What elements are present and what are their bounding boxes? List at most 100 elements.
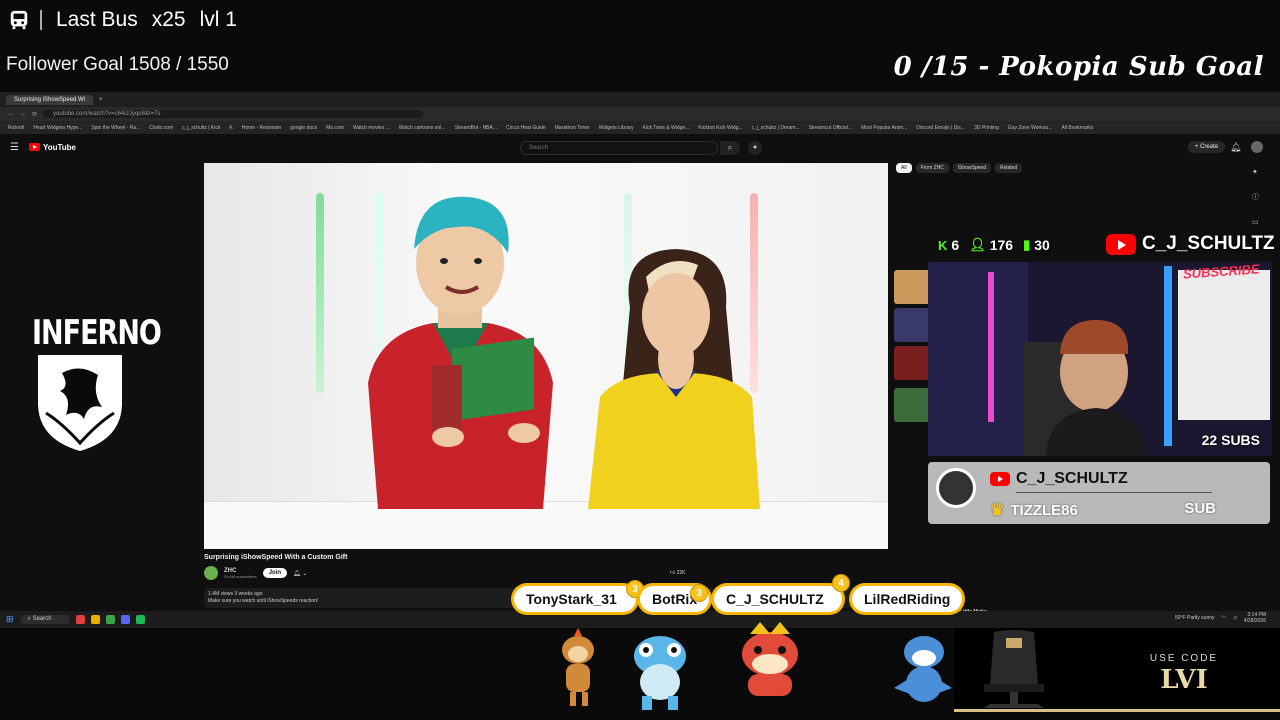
sparkle-icon[interactable]: ✦ (1252, 168, 1259, 176)
viewer-count: 176 (989, 237, 1014, 253)
bus-info: Last Bus x25 lvl 1 (8, 8, 237, 32)
chip-all[interactable]: All (896, 163, 912, 173)
clock[interactable]: 3:14 PM 4/28/2026 (1244, 612, 1266, 624)
bookmark-item[interactable]: Watch cartoons onl... (399, 125, 446, 131)
taskbar-search-label: Search (32, 616, 52, 622)
bookmark-item[interactable]: Spin the Wheel - Ra... (91, 125, 140, 131)
info-icon[interactable]: ⓘ (1252, 192, 1259, 202)
youtube-mini-icon (990, 472, 1010, 486)
youtube-logo[interactable]: YouTube (28, 142, 76, 152)
bookmark-item[interactable]: Clodo.com (149, 125, 173, 131)
back-icon[interactable]: ← (8, 111, 14, 117)
sponsor-code: LVI (1160, 665, 1208, 695)
chrome-icon[interactable] (105, 615, 115, 624)
bookmark-item[interactable]: Kick Tools & Widge... (643, 125, 690, 131)
weather[interactable]: 50°F Partly sunny (1175, 615, 1215, 621)
video-player[interactable] (204, 163, 888, 549)
address-bar[interactable]: youtube.com/watch?v=c64i2Jyqo8&t=7s (43, 110, 424, 118)
channel-row: ZHC 25.6M subscribers Join 🔔︎ ⌄ (204, 566, 307, 580)
video-title: Surprising iShowSpeed With a Custom Gift (204, 554, 348, 561)
like-button[interactable]: 👍︎ 22K (670, 570, 686, 576)
wifi-icon[interactable]: ◠ (1222, 615, 1226, 621)
inferno-logo-text: INFERNO (32, 314, 162, 353)
webcam-scene (928, 262, 1272, 456)
lion-shield-icon (38, 355, 122, 451)
webcam-feed: SUBSCRIBE 22 SUBS (928, 262, 1272, 456)
search-icon[interactable]: ⌕ (720, 141, 740, 155)
stream-stats: K6 👤︎ 176 ▮ 30 (938, 237, 1050, 253)
reload-icon[interactable]: ⟳ (32, 111, 37, 118)
multiplier: x25 (151, 8, 186, 31)
side-panel-icons: ✦ ⓘ ▭ (1252, 168, 1259, 226)
app-icon[interactable] (75, 615, 85, 624)
bookmark-item[interactable]: K (229, 125, 232, 131)
alert-channel: C_J_SCHULTZ (990, 470, 1128, 488)
kick-followers: 6 (951, 237, 960, 253)
bookmark-item[interactable]: Guy Zone Workou... (1008, 125, 1053, 131)
bookmark-item[interactable]: Discord Emojis | Dis... (916, 125, 965, 131)
bars-value: 30 (1034, 237, 1050, 253)
browser-tab-bar: Surprising iShowSpeed Wi + (0, 92, 1280, 107)
menu-icon[interactable]: ☰ (10, 142, 19, 153)
forward-icon[interactable]: → (20, 111, 26, 117)
bookmark-item[interactable]: Most Popular Anim... (861, 125, 907, 131)
bookmark-item[interactable]: c_j_schultz | Dream... (752, 125, 800, 131)
browser-tab[interactable]: Surprising iShowSpeed Wi (6, 94, 94, 105)
start-icon[interactable]: ⊞ (6, 614, 14, 625)
bookmark-item[interactable]: Heart Widgets Hype... (33, 125, 82, 131)
spotify-icon[interactable] (135, 615, 145, 624)
bookmark-item[interactable]: c_j_schultz | Kick (182, 125, 220, 131)
volume-icon[interactable]: ◁ (1233, 615, 1237, 621)
racer-rank-badge: 4 (832, 574, 850, 592)
inferno-logo: INFERNO (32, 314, 162, 453)
bell-icon[interactable]: 🔔︎ (1230, 142, 1241, 153)
youtube-channel-tag: C_J_SCHULTZ (1106, 233, 1275, 255)
bookmark-item[interactable]: Mo.com (326, 125, 344, 131)
bookmark-item[interactable]: Marathon Timer (555, 125, 590, 131)
alert-logo-icon (936, 468, 976, 508)
guest-person-figure (588, 249, 760, 509)
bookmark-item[interactable]: Cricut Heat Guide (506, 125, 546, 131)
bookmark-item[interactable]: Watch movies ... (353, 125, 390, 131)
youtube-logo-text: YouTube (42, 142, 76, 152)
bookmark-item[interactable]: Home - Restream (242, 125, 281, 131)
bookmark-item[interactable]: 3D Printing (974, 125, 999, 131)
chat-icon[interactable]: ▭ (1252, 218, 1259, 226)
youtube-icon (1106, 233, 1136, 255)
divider (40, 10, 42, 30)
sponsor-border (954, 709, 1280, 712)
bookmark-item[interactable]: google docs (290, 125, 317, 131)
alert-channel-name: C_J_SCHULTZ (1016, 470, 1128, 487)
chip-ishowspeed[interactable]: iShowSpeed (952, 163, 991, 173)
crown-icon: ♛ (990, 502, 1005, 519)
folder-icon[interactable] (90, 615, 100, 624)
chip-related[interactable]: Related (994, 163, 1023, 173)
webcam-channel-name: C_J_SCHULTZ (1142, 233, 1275, 254)
kick-stat: K6 (938, 237, 959, 253)
bookmark-item[interactable]: Streamcut Official... (809, 125, 853, 131)
bookmark-item[interactable]: All Bookmarks (1061, 125, 1093, 131)
chimchar-sprite (562, 628, 594, 706)
bookmark-item[interactable]: Kickbot Kick Widg... (698, 125, 742, 131)
channel-avatar[interactable] (204, 566, 218, 580)
bookmark-item[interactable]: Rickroll (8, 125, 24, 131)
chip-from-zhc[interactable]: From ZHC (915, 163, 949, 173)
racer-name-tag: LilRedRiding (852, 586, 963, 612)
viewers-stat: 👤︎ 176 (969, 237, 1013, 253)
bookmark-item[interactable]: StreamBot - NBA... (455, 125, 498, 131)
search-input[interactable]: Search (520, 141, 718, 155)
system-tray: 50°F Partly sunny ◠ ◁ 3:14 PM 4/28/2026 (1175, 612, 1266, 624)
bell-subscribe-icon[interactable]: 🔔︎ ⌄ (293, 570, 307, 577)
sub-goal: 0 /15 - Pokopia Sub Goal (893, 52, 1264, 82)
discord-icon[interactable] (120, 615, 130, 624)
create-button[interactable]: + Create (1188, 141, 1226, 153)
new-tab-icon[interactable]: + (99, 97, 103, 103)
join-button[interactable]: Join (262, 568, 288, 578)
taskbar-search[interactable]: ⌕ Search (19, 615, 70, 624)
youtube-play-icon (28, 143, 40, 151)
bookmark-item[interactable]: Widgets Library (599, 125, 634, 131)
sponsor-banner: USE CODE LVI (954, 628, 1280, 712)
sub-alert: C_J_SCHULTZ ♛ TIZZLE86 SUB (928, 462, 1270, 524)
mic-icon[interactable]: ● (748, 141, 762, 155)
avatar[interactable] (1251, 141, 1263, 153)
